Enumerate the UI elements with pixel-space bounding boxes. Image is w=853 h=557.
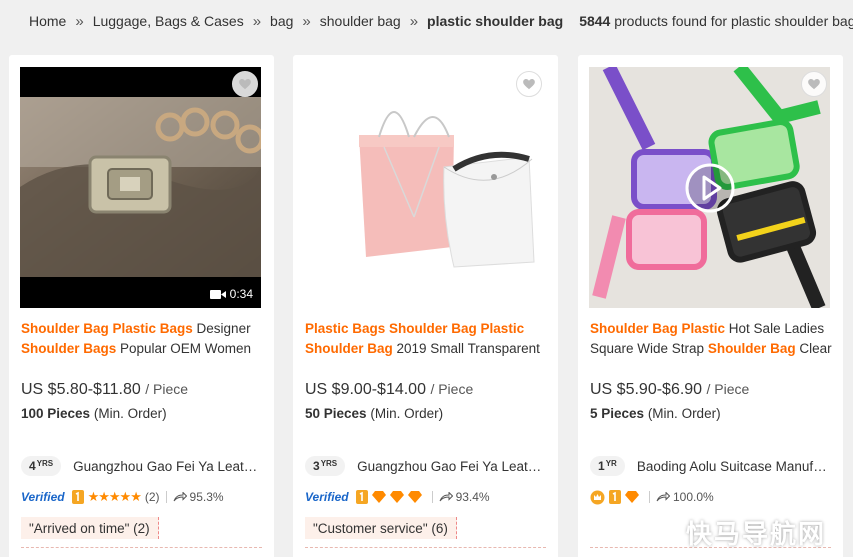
breadcrumb-separator: »	[302, 12, 311, 30]
response-arrow-icon	[439, 492, 453, 502]
crown-coin-icon	[590, 490, 605, 504]
breadcrumb-separator: »	[75, 12, 84, 30]
response-arrow-icon	[173, 492, 187, 502]
years-suffix: YR	[605, 458, 617, 468]
play-video-icon[interactable]	[683, 161, 737, 215]
min-order-value: 100 Pieces	[21, 406, 91, 421]
video-duration: 0:34	[229, 287, 253, 301]
verified-badge[interactable]: Verified	[21, 490, 65, 504]
gold-supplier-medal-icon	[355, 490, 368, 504]
metrics-divider	[165, 491, 167, 503]
supplier-row[interactable]: 3YRS Guangzhou Gao Fei Ya Leather Co.	[305, 456, 548, 476]
response-rate: 100.0%	[673, 490, 714, 504]
supplier-metrics: 100.0%	[590, 487, 714, 507]
results-count-number: 5844	[579, 13, 611, 29]
diamond-icon	[371, 491, 386, 503]
video-duration-badge: 0:34	[209, 287, 253, 301]
price-unit: / Piece	[706, 381, 750, 397]
title-keyword: Shoulder Bag	[707, 341, 796, 356]
years-value: 4	[29, 459, 36, 473]
product-card[interactable]: 0:34 Shoulder Bag Plastic Bags Designer …	[9, 55, 274, 557]
video-camera-icon	[209, 289, 226, 299]
product-title[interactable]: Plastic Bags Shoulder Bag Plastic Should…	[305, 319, 548, 359]
review-tag[interactable]: "Customer service" (6)	[305, 517, 457, 539]
metrics-divider	[649, 491, 650, 503]
response-arrow-icon	[656, 492, 670, 502]
supplier-name[interactable]: Baoding Aolu Suitcase Manufacturing	[637, 459, 833, 474]
breadcrumb-separator: »	[252, 12, 262, 30]
years-suffix: YRS	[36, 458, 54, 468]
diamond-icon	[389, 491, 404, 503]
min-order: 100 Pieces (Min. Order)	[21, 406, 167, 421]
supplier-name[interactable]: Guangzhou Gao Fei Ya Leather Co.	[357, 459, 548, 474]
review-tag[interactable]: "Arrived on time" (2)	[21, 517, 159, 539]
watermark-logo: 快马导航网	[685, 519, 826, 549]
min-order: 5 Pieces (Min. Order)	[590, 406, 721, 421]
breadcrumb-current: plastic shoulder bag	[427, 13, 564, 29]
price-range: US $5.90-$6.90	[590, 381, 703, 398]
min-order: 50 Pieces (Min. Order)	[305, 406, 443, 421]
rating-stars: ★★★★★	[87, 489, 142, 504]
product-card[interactable]: Shoulder Bag Plastic Hot Sale Ladies Squ…	[578, 55, 843, 557]
product-price: US $5.90-$6.90 / Piece	[590, 381, 749, 399]
years-badge: 1 YR	[590, 456, 625, 476]
favorite-heart-icon[interactable]	[516, 71, 542, 97]
product-image	[20, 67, 261, 308]
card-divider	[21, 547, 262, 548]
product-image	[304, 67, 545, 308]
results-count: 5844 products found for plastic shoulder…	[579, 13, 853, 29]
review-count: (2)	[144, 490, 160, 504]
product-price: US $9.00-$14.00 / Piece	[305, 381, 473, 399]
breadcrumb: Home » Luggage, Bags & Cases » bag » sho…	[29, 11, 853, 31]
min-order-value: 5 Pieces	[590, 406, 645, 421]
product-title[interactable]: Shoulder Bag Plastic Hot Sale Ladies Squ…	[590, 319, 833, 359]
gold-supplier-medal-icon	[71, 490, 84, 504]
years-badge: 3 YRS	[305, 456, 346, 476]
price-range: US $5.80-$11.80	[21, 381, 141, 398]
product-video-thumbnail[interactable]: 0:34	[20, 67, 261, 308]
min-order-label: (Min. Order)	[647, 406, 721, 421]
product-video-thumbnail[interactable]	[589, 67, 830, 308]
supplier-row[interactable]: 1YR Baoding Aolu Suitcase Manufacturing	[590, 456, 833, 476]
breadcrumb-luggage[interactable]: Luggage, Bags & Cases	[93, 13, 244, 29]
years-value: 3	[313, 459, 320, 473]
product-image-container[interactable]	[304, 67, 545, 308]
title-keyword: Shoulder Bag Plastic	[590, 321, 726, 336]
supplier-row[interactable]: 4YRS Guangzhou Gao Fei Ya Leather Co.	[21, 456, 264, 476]
price-unit: / Piece	[430, 381, 474, 397]
years-value: 1	[598, 459, 605, 473]
product-card[interactable]: Plastic Bags Shoulder Bag Plastic Should…	[293, 55, 558, 557]
results-count-text: products found for plastic shoulder bag	[614, 13, 853, 29]
diamond-icon	[625, 491, 639, 503]
breadcrumb-shoulder-bag[interactable]: shoulder bag	[320, 13, 401, 29]
response-rate: 93.4%	[455, 490, 490, 504]
breadcrumb-home[interactable]: Home	[29, 13, 66, 29]
verified-badge[interactable]: Verified	[305, 490, 349, 504]
supplier-name[interactable]: Guangzhou Gao Fei Ya Leather Co.	[73, 459, 264, 474]
gold-supplier-medal-icon	[609, 490, 621, 504]
years-suffix: YRS	[320, 458, 338, 468]
favorite-heart-icon[interactable]	[232, 71, 258, 97]
breadcrumb-bag[interactable]: bag	[270, 13, 293, 29]
card-divider	[305, 547, 546, 548]
min-order-value: 50 Pieces	[305, 406, 367, 421]
response-rate: 95.3%	[189, 490, 224, 504]
price-range: US $9.00-$14.00	[305, 381, 426, 398]
diamond-icon	[407, 491, 422, 503]
product-title[interactable]: Shoulder Bag Plastic Bags Designer Shoul…	[21, 319, 264, 359]
title-keyword: Shoulder Bag Plastic Bags	[21, 321, 193, 336]
min-order-label: (Min. Order)	[370, 406, 444, 421]
product-price: US $5.80-$11.80 / Piece	[21, 381, 188, 399]
title-text: Designer	[192, 321, 251, 336]
supplier-metrics: Verified 93.4%	[305, 487, 490, 507]
min-order-label: (Min. Order)	[93, 406, 167, 421]
price-unit: / Piece	[145, 381, 189, 397]
years-badge: 4 YRS	[21, 456, 62, 476]
supplier-metrics: Verified ★★★★★ (2) 95.3%	[21, 487, 224, 507]
breadcrumb-separator: »	[409, 12, 419, 30]
metrics-divider	[431, 491, 433, 503]
title-keyword: Shoulder Bags	[21, 341, 117, 356]
favorite-heart-icon[interactable]	[801, 71, 827, 97]
